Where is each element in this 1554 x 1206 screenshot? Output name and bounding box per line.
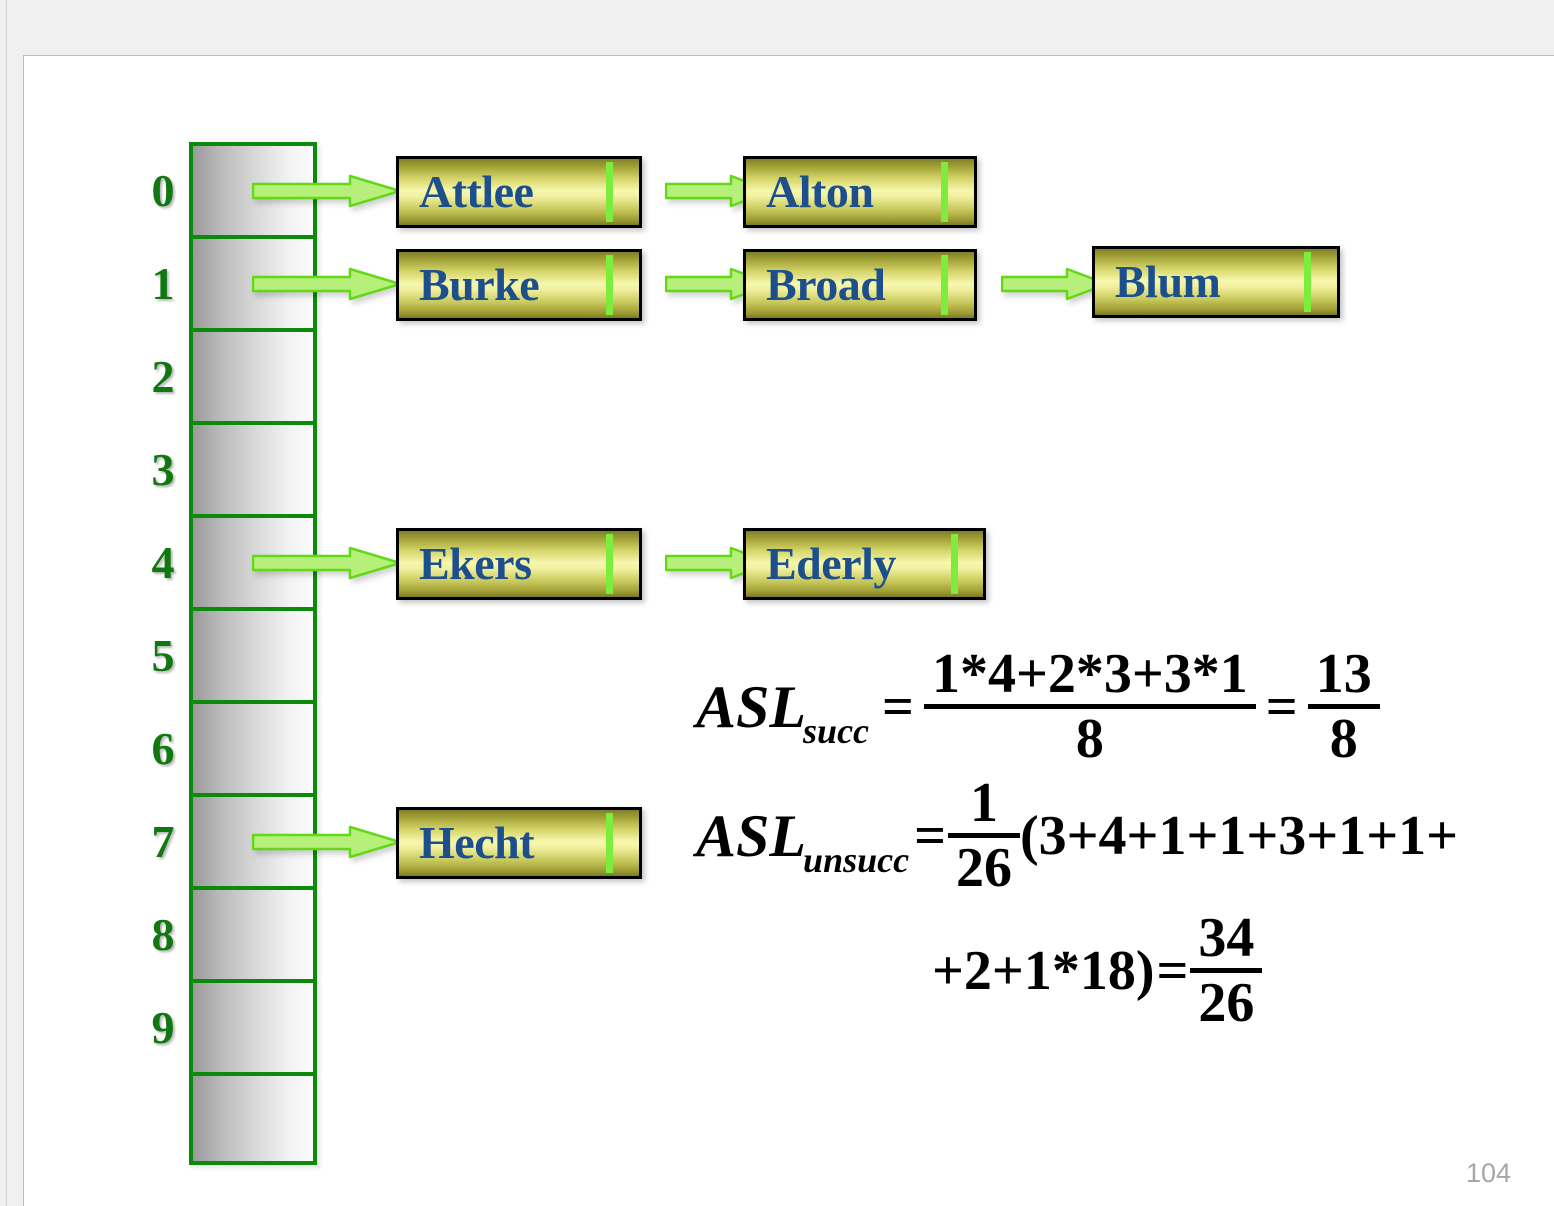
- asl-unsucc-equals-2: =: [1156, 939, 1189, 1002]
- node-broad[interactable]: Broad: [743, 249, 977, 321]
- asl-succ-name: ASL: [696, 673, 807, 740]
- hash-bucket-9[interactable]: 9: [152, 979, 317, 1072]
- asl-succ-result-denominator: 8: [1329, 708, 1358, 770]
- asl-formulas: ASL succ = 1*4+2*3+3*1 8 = 13 8 ASL unsucc: [696, 644, 1496, 1033]
- node-label: Blum: [1115, 256, 1221, 307]
- node-pointer-field: [951, 534, 958, 594]
- asl-succ-formula: ASL succ = 1*4+2*3+3*1 8 = 13 8: [696, 644, 1496, 769]
- node-label: Hecht: [419, 817, 535, 868]
- node-blum[interactable]: Blum: [1092, 246, 1340, 318]
- arrow-bucket1-to-burke: [252, 267, 402, 301]
- bucket-index-label: 1: [151, 257, 175, 309]
- asl-unsucc-formula: ASL unsucc = 1 26 (3+4+1+1+3+1+1+: [696, 773, 1496, 898]
- node-alton[interactable]: Alton: [743, 156, 977, 228]
- node-pointer-field: [606, 534, 613, 594]
- hash-bucket-5[interactable]: 5: [152, 607, 317, 700]
- asl-succ-symbol: ASL succ: [696, 673, 872, 749]
- arrow-bucket4-to-ekers: [252, 546, 402, 580]
- asl-succ-numerator: 1*4+2*3+3*1: [931, 643, 1248, 705]
- node-burke[interactable]: Burke: [396, 249, 642, 321]
- node-label: Broad: [766, 259, 886, 310]
- node-label: Attlee: [419, 166, 534, 217]
- node-pointer-field: [606, 255, 613, 315]
- bucket-index-label: 2: [151, 350, 175, 402]
- node-pointer-field: [606, 162, 613, 222]
- hash-bucket-2[interactable]: 2: [152, 328, 317, 421]
- asl-unsucc-expression-part1: (3+4+1+1+3+1+1+: [1020, 804, 1459, 867]
- asl-unsucc-coef-numerator: 1: [970, 772, 998, 834]
- bucket-index-label: 3: [151, 443, 175, 495]
- bucket-index-label: 5: [151, 629, 175, 681]
- node-label: Ekers: [419, 538, 532, 589]
- hash-bucket-3[interactable]: 3: [152, 421, 317, 514]
- asl-succ-equals-1: =: [882, 675, 914, 738]
- node-pointer-field: [941, 162, 948, 222]
- bucket-index-label: 6: [151, 722, 175, 774]
- hash-bucket-6[interactable]: 6: [152, 700, 317, 793]
- node-pointer-field: [941, 255, 948, 315]
- asl-unsucc-coef-denominator: 26: [956, 837, 1012, 899]
- asl-unsucc-result-fraction: 34 26: [1190, 907, 1263, 1034]
- hash-bucket-8[interactable]: 8: [152, 886, 317, 979]
- asl-unsucc-name: ASL: [696, 802, 807, 869]
- bucket-index-label: 0: [151, 164, 175, 216]
- node-pointer-field: [1304, 252, 1311, 312]
- node-attlee[interactable]: Attlee: [396, 156, 642, 228]
- node-pointer-field: [606, 813, 613, 873]
- bucket-index-label: 7: [151, 815, 175, 867]
- node-ekers[interactable]: Ekers: [396, 528, 642, 600]
- app-left-rail: [0, 0, 7, 1206]
- asl-succ-denominator: 8: [1075, 708, 1104, 770]
- node-hecht[interactable]: Hecht: [396, 807, 642, 879]
- asl-succ-main-fraction: 1*4+2*3+3*1 8: [923, 643, 1256, 770]
- asl-unsucc-symbol: ASL unsucc: [696, 802, 912, 878]
- arrow-bucket0-to-attlee: [252, 174, 402, 208]
- hash-bucket-10[interactable]: [189, 1072, 317, 1165]
- slide-viewer: 0 1 2 3 4 5 6 7 8 9 Attlee Alton Burke B…: [0, 0, 1554, 1206]
- asl-unsucc-formula-continued: +2+1*18) = 34 26: [932, 908, 1496, 1033]
- bucket-index-label: 4: [151, 536, 175, 588]
- bucket-index-label: 8: [151, 908, 175, 960]
- node-ederly[interactable]: Ederly: [743, 528, 986, 600]
- asl-unsucc-expression-part2: +2+1*18): [932, 939, 1155, 1002]
- asl-unsucc-coefficient-fraction: 1 26: [948, 773, 1020, 898]
- node-label: Alton: [766, 166, 874, 217]
- asl-succ-equals-2: =: [1265, 675, 1298, 738]
- asl-succ-result-numerator: 13: [1315, 643, 1372, 705]
- node-label: Ederly: [766, 538, 896, 589]
- bucket-index-label: 9: [151, 1001, 175, 1053]
- asl-unsucc-equals-1: =: [914, 804, 946, 867]
- asl-succ-result-fraction: 13 8: [1307, 643, 1380, 770]
- asl-unsucc-subscript: unsucc: [803, 839, 910, 880]
- page-number: 104: [1465, 1158, 1511, 1188]
- asl-succ-subscript: succ: [803, 710, 870, 751]
- arrow-bucket7-to-hecht: [252, 825, 402, 859]
- asl-unsucc-result-numerator: 34: [1198, 907, 1255, 969]
- slide-canvas: 0 1 2 3 4 5 6 7 8 9 Attlee Alton Burke B…: [23, 55, 1554, 1206]
- node-label: Burke: [419, 259, 540, 310]
- asl-unsucc-result-denominator: 26: [1198, 972, 1255, 1034]
